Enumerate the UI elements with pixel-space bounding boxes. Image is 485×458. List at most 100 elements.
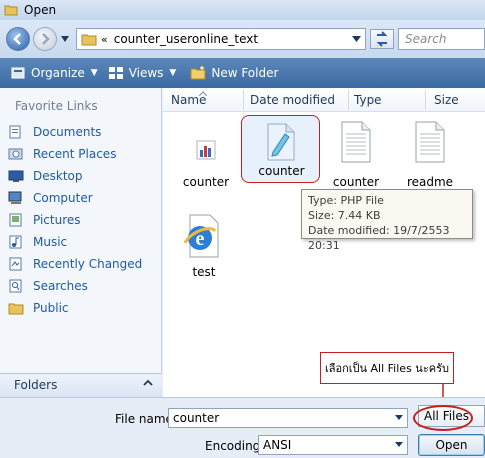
file-dialog-footer: File name: counter All Files Encoding: A… [0,397,485,458]
organize-label: Organize [31,66,85,80]
column-divider[interactable] [243,90,244,110]
sidebar-item-music[interactable]: Music [8,231,160,253]
column-headers: Name Date modified Type Size [163,88,485,112]
views-label: Views [128,66,164,80]
window-title: Open [24,3,57,17]
column-divider[interactable] [348,90,349,110]
address-row: « counter_useronline_text Search [0,20,485,58]
text-file-icon [341,121,371,163]
encoding-value: ANSI [263,438,292,452]
new-folder-label: New Folder [211,66,279,80]
searches-icon [9,279,22,293]
file-item-readme[interactable]: readme [392,116,468,192]
chevron-down-icon[interactable] [395,415,403,420]
sidebar-item-label: Searches [33,279,88,293]
sidebar-item-label: Computer [33,191,93,205]
open-button[interactable]: Open [418,434,485,456]
sort-chevron-icon [199,91,207,96]
file-item-counter-php[interactable]: counter [241,115,320,183]
favorite-links-list: Documents Recent Places Desktop Computer… [8,121,160,319]
file-name-value: counter [173,411,220,425]
public-icon [8,303,24,315]
pictures-icon [9,213,22,227]
sidebar-item-desktop[interactable]: Desktop [8,165,160,187]
search-input[interactable]: Search [398,28,485,50]
file-label: counter [332,175,380,189]
chevron-up-icon [143,379,153,386]
file-item-counter-text[interactable]: counter [318,116,394,192]
chevron-down-icon[interactable] [352,36,361,42]
breadcrumb-overflow[interactable]: « [101,33,108,46]
recent-pages-dropdown[interactable] [60,35,70,43]
recent-places-icon [8,148,23,160]
views-button[interactable]: Views ▼ [108,65,177,81]
sidebar-item-pictures[interactable]: Pictures [8,209,160,231]
column-header-size[interactable]: Size [434,93,459,107]
file-item-counter-chart[interactable]: counter [168,116,244,192]
tooltip-size: Size: 7.44 KB [308,209,381,222]
folders-toggle[interactable]: Folders [0,373,162,397]
new-folder-button[interactable]: New Folder [190,65,278,81]
desktop-icon [8,170,24,182]
address-bar[interactable]: « counter_useronline_text [76,28,366,50]
documents-icon [9,125,21,139]
sidebar-item-searches[interactable]: Searches [8,275,160,297]
text-file-icon [415,121,445,163]
internet-explorer-icon: e [183,214,219,258]
refresh-button[interactable] [370,29,394,49]
file-name-field[interactable]: counter [168,408,408,428]
chevron-down-icon: ▼ [169,68,177,78]
sidebar-item-label: Pictures [33,213,81,227]
tooltip-type: Type: PHP File [308,194,384,207]
title-bar: Open [0,0,485,20]
sidebar-item-label: Music [33,235,68,249]
organize-button[interactable]: Organize ▼ [10,65,98,81]
chevron-down-icon: ▼ [90,68,98,78]
arrow-left-icon [13,33,21,45]
encoding-select[interactable]: ANSI [258,435,408,455]
sidebar-item-documents[interactable]: Documents [8,121,160,143]
sidebar-item-recent-places[interactable]: Recent Places [8,143,160,165]
computer-icon [8,191,22,204]
command-toolbar: Organize ▼ Views ▼ New Folder [0,58,485,88]
sidebar-item-recently-changed[interactable]: Recently Changed [8,253,160,275]
php-file-icon [267,123,295,161]
breadcrumb-path[interactable]: counter_useronline_text [114,32,258,46]
chart-file-icon [196,140,216,160]
annotation-highlight-circle [413,405,473,431]
folders-label: Folders [14,378,58,392]
sidebar-item-label: Documents [33,125,102,139]
column-header-type[interactable]: Type [354,93,382,107]
forward-button[interactable] [33,27,57,51]
refresh-icon [376,31,388,47]
file-item-test[interactable]: e test [166,213,242,289]
folder-icon [81,34,97,46]
file-label: counter [182,175,230,189]
arrow-right-icon [42,33,50,45]
folder-icon [4,5,18,16]
new-folder-icon [190,66,206,80]
views-icon [108,67,123,79]
music-icon [9,235,22,249]
file-label: readme [406,175,454,189]
back-button[interactable] [6,27,30,51]
file-label: test [192,265,216,279]
tooltip-date: Date modified: 19/7/2553 20:31 [308,224,450,252]
sidebar-item-label: Recent Places [33,147,117,161]
sidebar-item-computer[interactable]: Computer [8,187,160,209]
column-divider[interactable] [425,90,426,110]
file-info-tooltip: Type: PHP File Size: 7.44 KB Date modifi… [301,189,473,252]
sidebar-item-public[interactable]: Public [8,297,160,319]
search-placeholder: Search [405,32,447,46]
annotation-text: เลือกเป็น All Files นะครับ [325,362,449,375]
sidebar-item-label: Desktop [33,169,83,183]
recently-changed-icon [9,257,22,271]
column-header-date-modified[interactable]: Date modified [250,93,335,107]
file-label: counter [258,164,305,178]
sidebar-item-label: Recently Changed [33,257,143,271]
annotation-callout: เลือกเป็น All Files นะครับ [320,352,454,384]
chevron-down-icon [395,442,403,447]
favorite-links-heading: Favorite Links [15,99,98,113]
sidebar-item-label: Public [33,301,69,315]
navigation-pane: Favorite Links Documents Recent Places D… [0,88,162,397]
